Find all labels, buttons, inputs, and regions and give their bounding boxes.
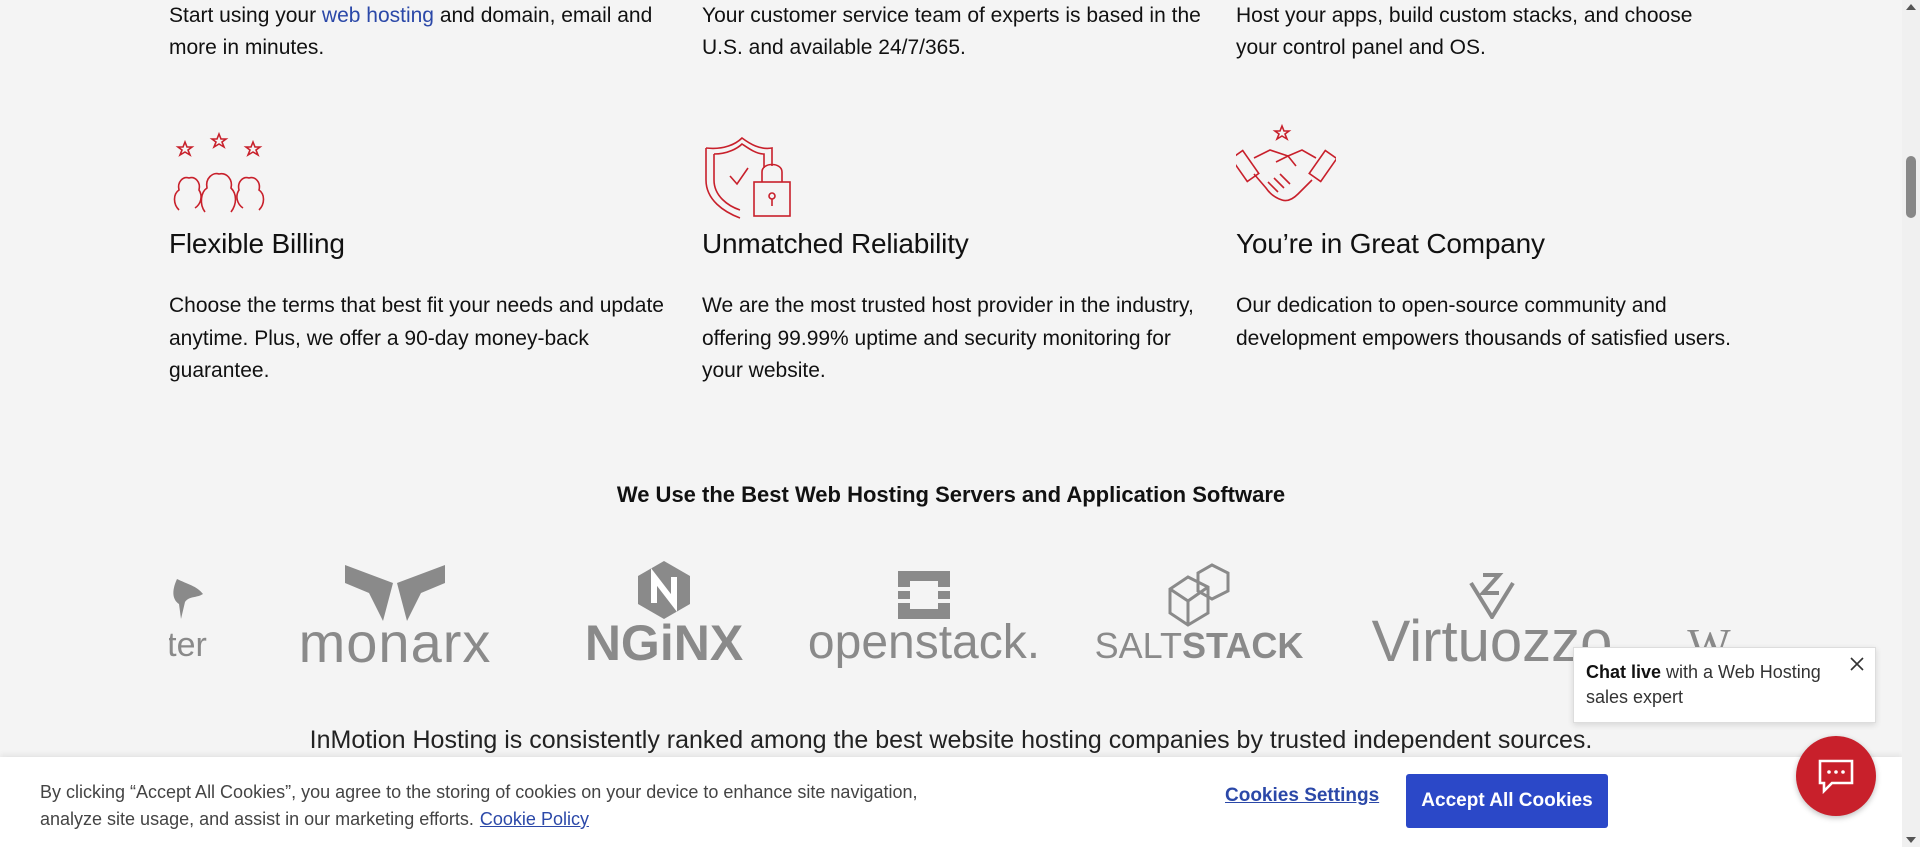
rankings-statement: InMotion Hosting is consistently ranked … [309,726,1593,754]
accept-all-cookies-button[interactable]: Accept All Cookies [1406,774,1608,828]
feature-description: We are the most trusted host provider in… [702,294,1194,382]
partial-logo-left: ter [169,555,217,665]
chat-launcher-button[interactable] [1796,736,1876,816]
saltstack-text-light: SALT [1094,625,1183,666]
cookie-consent-message: By clicking “Accept All Cookies”, you ag… [40,782,918,829]
openstack-logo: openstack. [808,555,1040,667]
apps-intro-text: Host your apps, build custom stacks, and… [1236,4,1693,59]
saltstack-text-bold: STACK [1182,625,1304,666]
chat-live-popup[interactable]: Chat live with a Web Hosting sales exper… [1573,647,1876,723]
people-stars-icon [173,131,265,213]
hosting-intro-before: Start using your [169,4,322,27]
feature-description: Choose the terms that best fit your need… [169,294,664,382]
servers-heading: We Use the Best Web Hosting Servers and … [616,482,1286,507]
monarx-text: monarx [298,611,492,674]
chat-bubble-icon [1818,759,1854,795]
cookies-settings-button[interactable]: Cookies Settings [1225,785,1379,807]
hosting-intro-text: Start using your web hosting and domain,… [169,0,669,64]
cookie-policy-link[interactable]: Cookie Policy [480,809,589,829]
cookie-consent-bar: By clicking “Accept All Cookies”, you ag… [0,757,1902,847]
saltstack-logo: SALTSTACK [1095,555,1303,665]
monarx-logo: monarx [281,555,509,674]
feature-title: Unmatched Reliability [702,228,969,259]
partner-logo-carousel: ter monarx NGiNX openstack. SALTSTACK Vi… [169,555,1736,675]
feature-description: Our dedication to open-source community … [1236,294,1731,350]
close-icon[interactable] [1847,654,1867,674]
shield-lock-icon [705,136,791,219]
support-intro-text: Your customer service team of experts is… [702,4,1201,59]
nginx-logo: NGiNX [579,555,749,671]
page-scrollbar[interactable] [1902,0,1920,847]
scrollbar-thumb[interactable] [1906,156,1916,218]
partial-logo-left-text: ter [169,626,207,664]
openstack-box-icon [898,571,950,619]
cookie-consent-text: By clicking “Accept All Cookies”, you ag… [40,779,980,833]
scroll-up-arrow-icon[interactable] [1906,4,1916,10]
nginx-text: NGiNX [584,615,744,671]
handshake-star-icon [1236,123,1336,202]
feature-title: Flexible Billing [169,228,345,259]
saltstack-text: SALTSTACK [1095,627,1304,665]
page: Start using your web hosting and domain,… [0,0,1902,847]
chat-popup-bold: Chat live [1586,662,1662,682]
bird-logo-icon [173,579,203,619]
openstack-text: openstack. [807,616,1041,669]
scroll-down-arrow-icon[interactable] [1906,837,1916,843]
saltstack-cube-icon [1168,563,1230,627]
feature-title: You’re in Great Company [1236,228,1545,259]
web-hosting-link[interactable]: web hosting [322,4,434,27]
nginx-hexagon-icon [638,561,690,619]
